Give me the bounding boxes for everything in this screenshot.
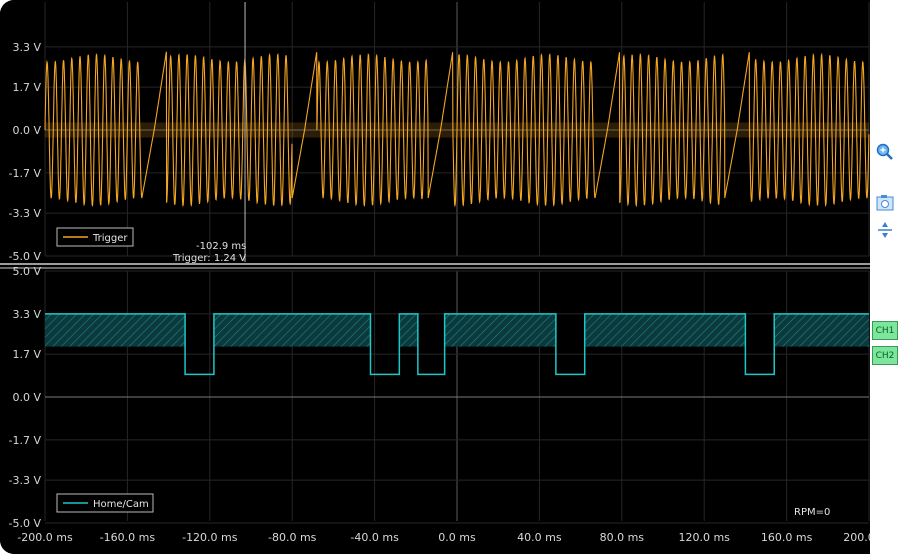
legend-trigger-label: Trigger	[92, 233, 128, 244]
tool-sidebar	[870, 0, 903, 554]
bottom-ytick-label: 5.0 V	[12, 265, 41, 278]
homecam-hatch	[584, 313, 746, 347]
bottom-ytick-label: 3.3 V	[12, 308, 41, 321]
rpm-readout: RPM=0	[794, 507, 830, 518]
bottom-ytick-label: -1.7 V	[9, 434, 42, 447]
top-ytick-label: 0.0 V	[12, 124, 41, 137]
top-ytick-label: 1.7 V	[12, 81, 41, 94]
homecam-hatch	[774, 313, 869, 347]
channel-ch2-button[interactable]: CH2	[872, 346, 898, 365]
homecam-hatch	[444, 313, 556, 347]
bottom-ytick-label: -5.0 V	[9, 517, 42, 530]
homecam-hatch	[45, 313, 186, 347]
homecam-hatch	[213, 313, 371, 347]
top-ytick-label: -5.0 V	[9, 250, 42, 263]
screenshot-icon[interactable]	[874, 192, 896, 214]
x-tick-label: -200.0 ms	[17, 531, 73, 544]
legend-homecam[interactable]: Home/Cam	[56, 493, 154, 513]
x-tick-label: -40.0 ms	[350, 531, 399, 544]
bottom-ytick-label: -3.3 V	[9, 474, 42, 487]
cursor-trigger-label: Trigger: 1.24 V	[172, 253, 246, 264]
x-tick-label: 40.0 ms	[517, 531, 562, 544]
top-ytick-label: -1.7 V	[9, 167, 42, 180]
bottom-ytick-label: 1.7 V	[12, 348, 41, 361]
channel-ch1-button[interactable]: CH1	[872, 321, 898, 340]
x-tick-label: -80.0 ms	[268, 531, 317, 544]
top-ytick-label: 3.3 V	[12, 41, 41, 54]
x-tick-label: 160.0 ms	[761, 531, 813, 544]
scope-plot: 3.3 V 1.7 V 0.0 V -1.7 V -3.3 V -5.0 V 5.0 V 3…	[0, 0, 903, 554]
scope-window: 3.3 V 1.7 V 0.0 V -1.7 V -3.3 V -5.0 V 5.0 V 3…	[0, 0, 903, 554]
legend-homecam-label: Home/Cam	[93, 499, 149, 510]
homecam-hatch	[399, 313, 418, 347]
x-tick-label: -160.0 ms	[100, 531, 156, 544]
top-ytick-label: -3.3 V	[9, 207, 42, 220]
bottom-ytick-label: 0.0 V	[12, 391, 41, 404]
x-tick-label: 0.0 ms	[438, 531, 476, 544]
x-tick-label: -120.0 ms	[182, 531, 238, 544]
x-tick-label: 120.0 ms	[678, 531, 730, 544]
cursor-time-label: -102.9 ms	[196, 241, 246, 252]
x-tick-label: 80.0 ms	[600, 531, 645, 544]
split-axis-icon[interactable]	[874, 219, 896, 241]
zoom-in-icon[interactable]	[874, 141, 896, 163]
legend-trigger[interactable]: Trigger	[56, 227, 134, 247]
